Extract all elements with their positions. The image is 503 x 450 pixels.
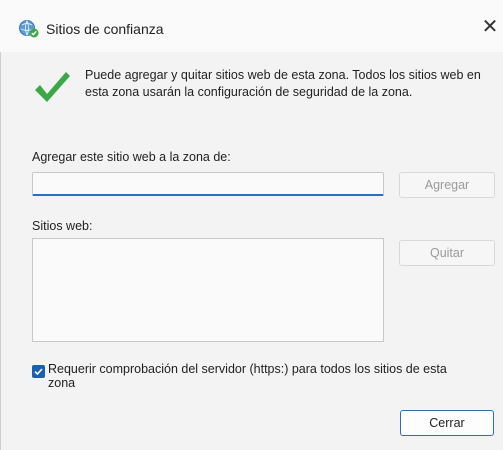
close-icon[interactable]: ✕ bbox=[478, 14, 502, 40]
globe-check-icon bbox=[18, 19, 40, 39]
title-bar: Sitios de confianza ✕ bbox=[0, 0, 503, 52]
site-url-input[interactable] bbox=[32, 172, 384, 196]
window-title: Sitios de confianza bbox=[46, 21, 164, 37]
sites-list[interactable] bbox=[32, 238, 384, 342]
add-site-label: Agregar este sitio web a la zona de: bbox=[32, 150, 231, 164]
checkmark-icon bbox=[32, 68, 72, 108]
checkbox-check-icon bbox=[34, 368, 43, 376]
window-border bbox=[0, 52, 1, 450]
zone-info-text: Puede agregar y quitar sitios web de est… bbox=[85, 68, 481, 99]
https-checkbox[interactable] bbox=[32, 365, 45, 378]
close-button[interactable]: Cerrar bbox=[400, 410, 494, 436]
sites-label: Sitios web: bbox=[32, 219, 93, 233]
remove-button[interactable]: Quitar bbox=[399, 240, 495, 266]
https-checkbox-label[interactable]: Requerir comprobación del servidor (http… bbox=[48, 362, 448, 390]
dialog-content: Puede agregar y quitar sitios web de est… bbox=[12, 52, 500, 447]
add-button[interactable]: Agregar bbox=[399, 172, 495, 198]
trusted-sites-dialog: Sitios de confianza ✕ Puede agregar y qu… bbox=[0, 0, 503, 450]
